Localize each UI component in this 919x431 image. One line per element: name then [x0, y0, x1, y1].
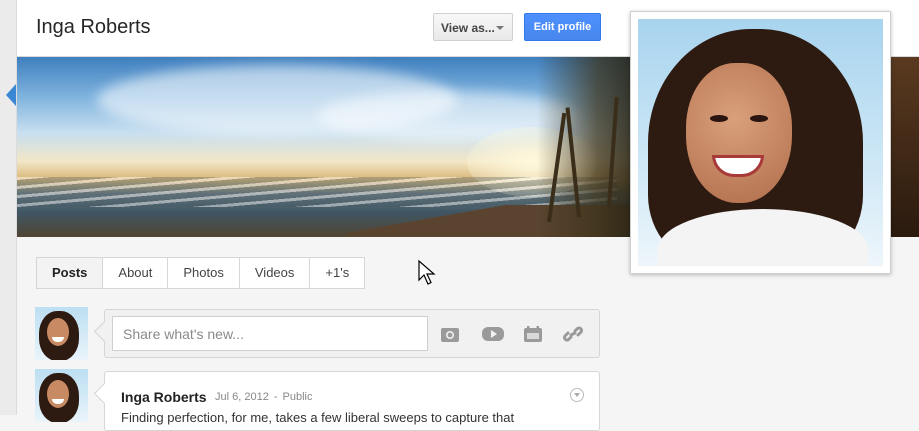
post-text: Finding perfection, for me, takes a few … — [121, 410, 515, 425]
photo-eye — [750, 115, 768, 122]
profile-name: Inga Roberts — [36, 16, 151, 38]
post-date[interactable]: Jul 6, 2012 — [215, 391, 269, 403]
tab-posts[interactable]: Posts — [37, 258, 104, 288]
calendar-icon[interactable] — [523, 325, 543, 343]
mouse-cursor-icon — [418, 260, 436, 285]
share-box — [104, 309, 600, 358]
tab-about[interactable]: About — [103, 258, 169, 288]
camera-icon[interactable] — [440, 325, 460, 343]
video-icon[interactable] — [481, 325, 505, 343]
view-as-dropdown[interactable]: View as... — [433, 13, 513, 41]
post-author[interactable]: Inga Roberts — [121, 389, 207, 405]
cover-waves — [17, 177, 617, 207]
avatar[interactable] — [35, 307, 88, 360]
tab-plus-ones[interactable]: +1's — [310, 258, 365, 288]
post-card: Inga Roberts Jul 6, 2012- Public Finding … — [104, 371, 600, 431]
left-rail — [0, 0, 17, 415]
photo-smile — [712, 155, 764, 177]
profile-photo-card[interactable] — [630, 11, 891, 274]
profile-photo — [638, 19, 883, 266]
avatar[interactable] — [35, 369, 88, 422]
chevron-down-icon — [496, 26, 504, 30]
post-meta-separator: - — [273, 391, 278, 403]
edit-profile-button[interactable]: Edit profile — [524, 13, 601, 41]
profile-tabs: Posts About Photos Videos +1's — [36, 257, 366, 289]
link-icon[interactable] — [563, 325, 583, 343]
view-as-label: View as... — [441, 21, 495, 35]
tab-photos[interactable]: Photos — [168, 258, 240, 288]
photo-face — [686, 63, 792, 203]
rail-pointer-arrow — [6, 84, 16, 106]
chevron-down-icon[interactable] — [570, 388, 584, 402]
post-visibility[interactable]: Public — [283, 391, 313, 403]
tab-videos[interactable]: Videos — [239, 258, 311, 288]
photo-eye — [710, 115, 728, 122]
share-input[interactable] — [112, 316, 428, 351]
cover-right-edge — [889, 57, 919, 237]
post-meta: Jul 6, 2012- Public — [215, 391, 312, 403]
